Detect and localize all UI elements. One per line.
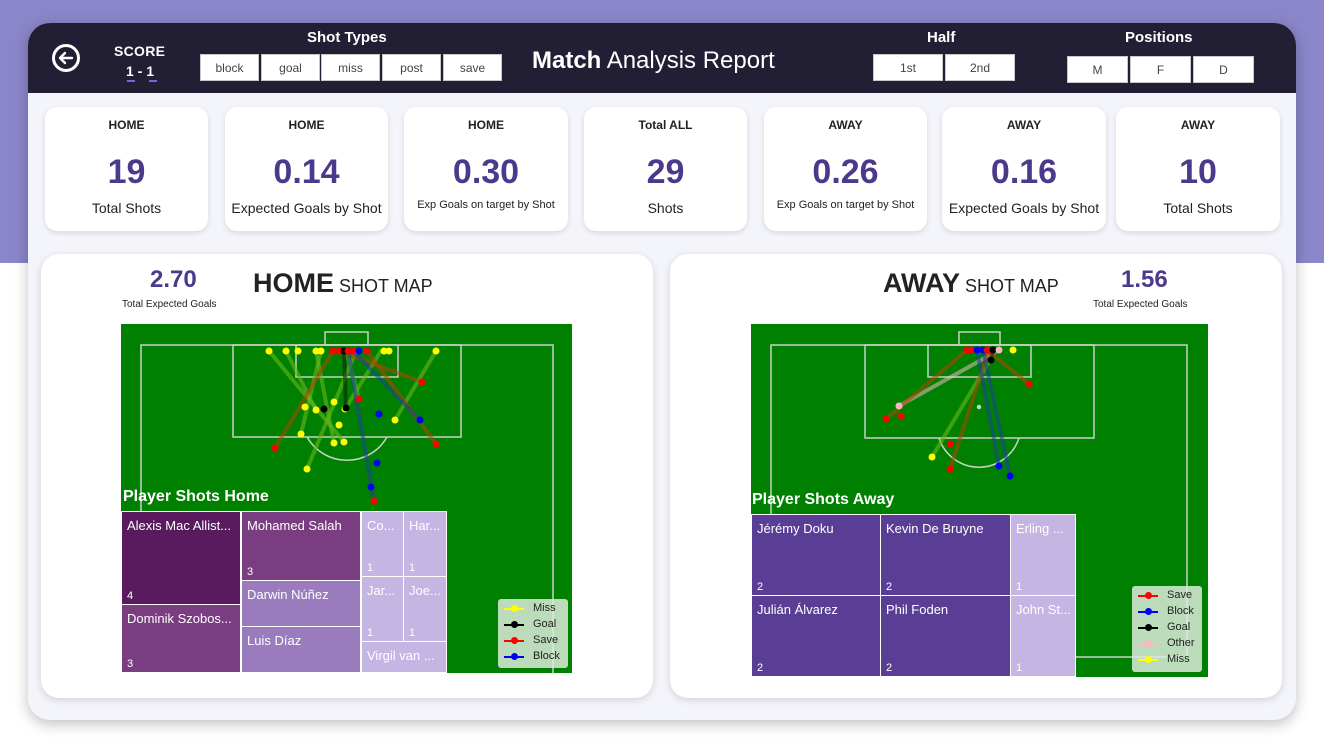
kpi-value: 29 bbox=[646, 153, 685, 191]
treemap-tile[interactable]: Erling ... 1 bbox=[1010, 514, 1076, 596]
score-underline bbox=[127, 80, 135, 82]
kpi-caption: Total Shots bbox=[1163, 200, 1233, 216]
kpi-heading: HOME bbox=[108, 118, 145, 132]
away-legend: Save Block Goal Other Miss bbox=[1132, 586, 1202, 672]
away-treemap-title: Player Shots Away bbox=[752, 491, 895, 508]
kpi-card-away-xg-on-target: AWAY 0.26 Exp Goals on target by Shot bbox=[764, 107, 927, 231]
treemap-tile[interactable]: John St... 1 bbox=[1010, 595, 1076, 677]
treemap-tile[interactable]: Mohamed Salah 3 bbox=[241, 511, 361, 581]
home-total-xg-value: 2.70 bbox=[150, 266, 197, 293]
kpi-heading: HOME bbox=[288, 118, 325, 132]
kpi-heading: AWAY bbox=[828, 118, 863, 132]
kpi-card-home-xg-on-target: HOME 0.30 Exp Goals on target by Shot bbox=[404, 107, 568, 231]
legend-item-miss: Miss bbox=[1136, 652, 1204, 668]
away-total-xg-value: 1.56 bbox=[1121, 266, 1168, 293]
treemap-tile[interactable]: Har... 1 bbox=[403, 511, 447, 577]
position-f-button[interactable]: F bbox=[1130, 56, 1191, 83]
score-label: SCORE bbox=[114, 43, 166, 59]
home-shot-map-panel: 2.70 Total Expected Goals HOME SHOT MAP bbox=[41, 254, 653, 698]
kpi-card-away-xg-by-shot: AWAY 0.16 Expected Goals by Shot bbox=[942, 107, 1106, 231]
shot-type-miss-button[interactable]: miss bbox=[321, 54, 380, 81]
legend-item-miss: Miss bbox=[502, 601, 570, 617]
treemap-tile[interactable]: Luis Díaz bbox=[241, 626, 361, 673]
treemap-tile[interactable]: Jar... 1 bbox=[361, 576, 404, 642]
positions-title: Positions bbox=[1125, 29, 1193, 46]
kpi-card-home-total-shots: HOME 19 Total Shots bbox=[45, 107, 208, 231]
kpi-card-away-total-shots: AWAY 10 Total Shots bbox=[1116, 107, 1280, 231]
legend-item-block: Block bbox=[502, 649, 570, 665]
score-value: 1 - 1 bbox=[126, 63, 155, 79]
shot-type-save-button[interactable]: save bbox=[443, 54, 502, 81]
kpi-caption: Expected Goals by Shot bbox=[231, 200, 382, 216]
away-total-xg-label: Total Expected Goals bbox=[1093, 299, 1188, 310]
kpi-card-home-xg-by-shot: HOME 0.14 Expected Goals by Shot bbox=[225, 107, 388, 231]
treemap-tile[interactable]: Jérémy Doku 2 bbox=[751, 514, 881, 596]
kpi-heading: Total ALL bbox=[638, 118, 693, 132]
treemap-tile[interactable]: Phil Foden 2 bbox=[880, 595, 1011, 677]
half-2nd-button[interactable]: 2nd bbox=[945, 54, 1015, 81]
treemap-tile[interactable]: Co... 1 bbox=[361, 511, 404, 577]
header-bar: SCORE 1 - 1 Shot Types block goal miss p… bbox=[28, 23, 1296, 93]
treemap-tile[interactable]: Virgil van ... bbox=[361, 641, 447, 673]
away-shot-map-panel: AWAY SHOT MAP 1.56 Total Expected Goals bbox=[670, 254, 1282, 698]
score-underline bbox=[149, 80, 157, 82]
kpi-value: 0.26 bbox=[812, 153, 879, 191]
kpi-caption: Total Shots bbox=[91, 200, 162, 216]
home-total-xg-label: Total Expected Goals bbox=[122, 299, 217, 310]
report-canvas: SCORE 1 - 1 Shot Types block goal miss p… bbox=[28, 23, 1296, 720]
home-shot-map-title: HOME SHOT MAP bbox=[253, 268, 433, 298]
treemap-tile[interactable]: Kevin De Bruyne 2 bbox=[880, 514, 1011, 596]
kpi-card-total-shots: Total ALL 29 Shots bbox=[584, 107, 747, 231]
legend-item-block: Block bbox=[1136, 604, 1204, 620]
treemap-tile[interactable]: Darwin Núñez bbox=[241, 580, 361, 627]
kpi-heading: HOME bbox=[468, 118, 504, 132]
kpi-caption: Exp Goals on target by Shot bbox=[776, 199, 915, 211]
shot-types-title: Shot Types bbox=[307, 29, 387, 46]
kpi-value: 0.16 bbox=[990, 153, 1058, 191]
position-d-button[interactable]: D bbox=[1193, 56, 1254, 83]
kpi-caption: Exp Goals on target by Shot bbox=[417, 199, 555, 211]
legend-item-save: Save bbox=[1136, 588, 1204, 604]
kpi-value: 0.30 bbox=[452, 153, 520, 191]
away-shot-map-title: AWAY SHOT MAP bbox=[883, 268, 1059, 298]
shot-type-goal-button[interactable]: goal bbox=[261, 54, 320, 81]
kpi-caption: Shots bbox=[647, 200, 684, 216]
kpi-value: 19 bbox=[107, 153, 146, 191]
kpi-value: 0.14 bbox=[273, 153, 340, 191]
kpi-value: 10 bbox=[1179, 153, 1217, 191]
kpi-caption: Expected Goals by Shot bbox=[948, 200, 1100, 216]
shot-type-post-button[interactable]: post bbox=[382, 54, 441, 81]
kpi-heading: AWAY bbox=[1006, 118, 1042, 132]
legend-item-save: Save bbox=[502, 633, 570, 649]
legend-item-goal: Goal bbox=[502, 617, 570, 633]
treemap-tile[interactable]: Joe... 1 bbox=[403, 576, 447, 642]
kpi-heading: AWAY bbox=[1180, 118, 1216, 132]
legend-item-other: Other bbox=[1136, 636, 1204, 652]
half-1st-button[interactable]: 1st bbox=[873, 54, 943, 81]
treemap-tile[interactable]: Julián Álvarez 2 bbox=[751, 595, 881, 677]
home-legend: Miss Goal Save Block bbox=[498, 599, 568, 668]
back-arrow-icon[interactable] bbox=[52, 44, 80, 72]
report-title: Match Analysis Report bbox=[532, 47, 775, 74]
legend-item-goal: Goal bbox=[1136, 620, 1204, 636]
position-m-button[interactable]: M bbox=[1067, 56, 1128, 83]
half-title: Half bbox=[927, 29, 956, 46]
treemap-tile[interactable]: Dominik Szobos... 3 bbox=[121, 604, 241, 673]
shot-type-block-button[interactable]: block bbox=[200, 54, 259, 81]
home-treemap-title: Player Shots Home bbox=[123, 488, 269, 505]
treemap-tile[interactable]: Alexis Mac Allist... 4 bbox=[121, 511, 241, 605]
